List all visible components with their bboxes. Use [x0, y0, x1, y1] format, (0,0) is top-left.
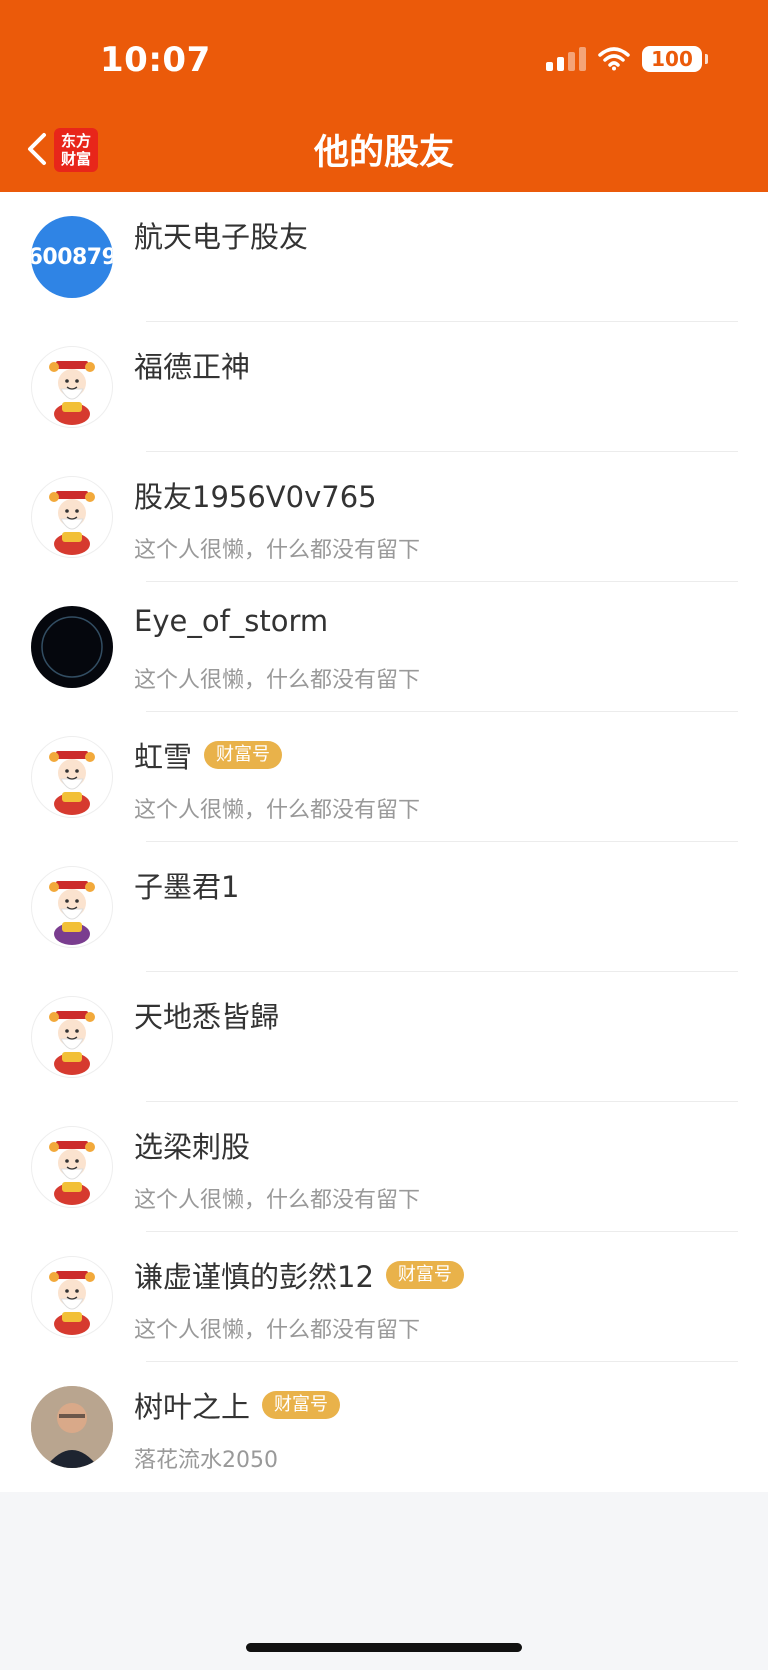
- friend-row[interactable]: 虹雪 财富号这个人很懒，什么都没有留下: [0, 712, 768, 842]
- friend-description: 这个人很懒，什么都没有留下: [134, 668, 421, 693]
- friend-name-line: 航天电子股友: [134, 214, 308, 256]
- friend-name-line: 福德正神: [134, 344, 250, 386]
- friend-description: 这个人很懒，什么都没有留下: [134, 1318, 421, 1343]
- friend-row[interactable]: 树叶之上 财富号落花流水2050: [0, 1362, 768, 1492]
- cellular-signal-icon: [546, 47, 586, 71]
- friend-name-line: 树叶之上 财富号: [134, 1384, 341, 1426]
- friend-name-line: 子墨君1: [134, 864, 239, 906]
- status-time: 10:07: [100, 40, 211, 80]
- friend-name: 谦虚谨慎的彭然12: [134, 1260, 374, 1294]
- friend-description: 这个人很懒，什么都没有留下: [134, 798, 421, 823]
- friend-row[interactable]: Eye_of_storm 这个人很懒，什么都没有留下: [0, 582, 768, 712]
- friend-name-line: 选梁刺股: [134, 1124, 250, 1166]
- friend-description: 这个人很懒，什么都没有留下: [134, 538, 421, 563]
- avatar: [31, 736, 113, 818]
- avatar: [31, 606, 113, 688]
- friend-row[interactable]: 子墨君1: [0, 842, 768, 972]
- wifi-icon: [598, 47, 630, 71]
- avatar: [31, 346, 113, 428]
- wealth-badge: 财富号: [204, 741, 283, 769]
- avatar: [31, 1386, 113, 1468]
- friend-name: 航天电子股友: [134, 220, 309, 254]
- friend-name-line: 天地悉皆歸: [134, 994, 279, 1036]
- status-icons: 100: [546, 46, 708, 72]
- friend-name: 股友1956V0v765: [134, 480, 377, 514]
- friend-description: 落花流水2050: [134, 1448, 278, 1473]
- friend-name-line: 虹雪 财富号: [134, 734, 283, 776]
- friend-name: 虹雪: [134, 740, 193, 774]
- avatar: [31, 866, 113, 948]
- friend-row[interactable]: 选梁刺股这个人很懒，什么都没有留下: [0, 1102, 768, 1232]
- friend-name: Eye_of_storm: [134, 604, 329, 638]
- friend-row[interactable]: 福德正神: [0, 322, 768, 452]
- friend-name-line: 股友1956V0v765: [134, 474, 377, 516]
- avatar: 600879: [31, 216, 113, 298]
- friend-name: 天地悉皆歸: [134, 1000, 280, 1034]
- avatar: [31, 996, 113, 1078]
- friend-name: 树叶之上: [134, 1390, 251, 1424]
- page-title: 他的股友: [313, 133, 454, 173]
- battery-icon: 100: [642, 46, 708, 72]
- avatar: [31, 1256, 113, 1338]
- avatar: [31, 1126, 113, 1208]
- friend-row[interactable]: 天地悉皆歸: [0, 972, 768, 1102]
- friend-name: 福德正神: [134, 350, 251, 384]
- home-indicator: [246, 1643, 522, 1652]
- friend-row[interactable]: 股友1956V0v765 这个人很懒，什么都没有留下: [0, 452, 768, 582]
- friend-name: 子墨君1: [134, 870, 240, 904]
- friend-name: 选梁刺股: [134, 1130, 251, 1164]
- friend-description: 这个人很懒，什么都没有留下: [134, 1188, 421, 1213]
- friend-list: 600879 航天电子股友 福德正神 股友1956V0v765 这个人很懒，什么都没…: [0, 192, 768, 1492]
- avatar: [31, 476, 113, 558]
- friend-name-line: 谦虚谨慎的彭然12 财富号: [134, 1254, 464, 1296]
- friend-row[interactable]: 600879 航天电子股友: [0, 192, 768, 322]
- wealth-badge: 财富号: [385, 1261, 464, 1289]
- wealth-badge: 财富号: [262, 1391, 341, 1419]
- friend-name-line: Eye_of_storm: [134, 604, 328, 638]
- nav-header: 10:07 100 东方 财富 他的股友: [0, 0, 768, 192]
- friend-row[interactable]: 谦虚谨慎的彭然12 财富号这个人很懒，什么都没有留下: [0, 1232, 768, 1362]
